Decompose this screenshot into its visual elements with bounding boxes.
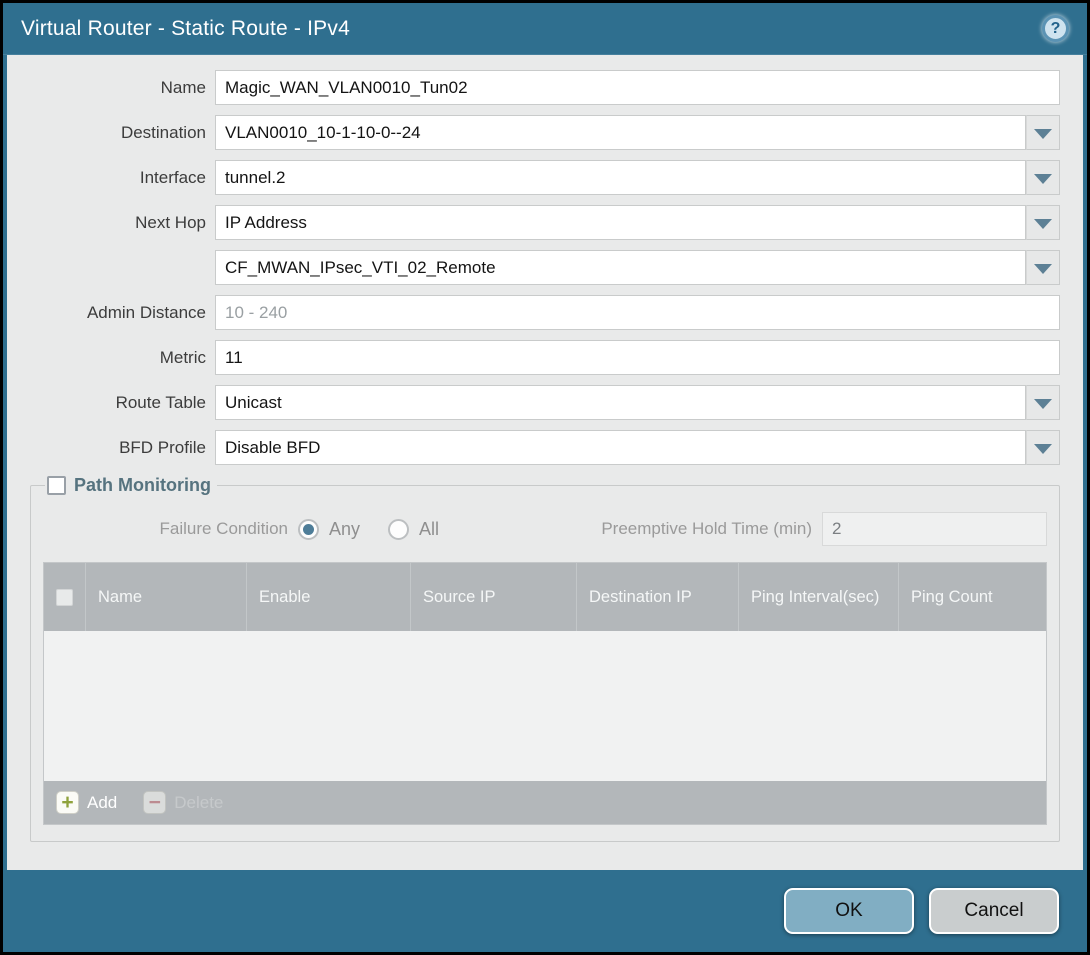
preemptive-hold-time-input[interactable] — [822, 512, 1047, 546]
next-hop-type-dropdown-button[interactable] — [1026, 205, 1060, 240]
column-header-ping-interval[interactable]: Ping Interval(sec) — [739, 563, 899, 631]
select-all-checkbox[interactable] — [56, 589, 73, 606]
chevron-down-icon — [1034, 219, 1052, 229]
chevron-down-icon — [1034, 264, 1052, 274]
chevron-down-icon — [1034, 129, 1052, 139]
bfd-profile-input[interactable] — [215, 430, 1026, 465]
bfd-profile-label: BFD Profile — [30, 438, 215, 458]
path-monitoring-title: Path Monitoring — [74, 475, 211, 496]
dialog-title: Virtual Router - Static Route - IPv4 — [21, 17, 350, 41]
add-plus-icon: + — [56, 791, 79, 814]
admin-distance-label: Admin Distance — [30, 303, 215, 323]
table-header-row: Name Enable Source IP Destination IP Pin… — [44, 563, 1046, 631]
form-row-bfd-profile: BFD Profile — [30, 430, 1060, 465]
radio-any[interactable]: Any — [298, 519, 360, 540]
static-route-dialog: Virtual Router - Static Route - IPv4 ? N… — [3, 3, 1087, 952]
dialog-titlebar: Virtual Router - Static Route - IPv4 ? — [3, 3, 1087, 55]
metric-label: Metric — [30, 348, 215, 368]
interface-dropdown-button[interactable] — [1026, 160, 1060, 195]
add-button[interactable]: + Add — [56, 791, 117, 814]
radio-any-circle — [298, 519, 319, 540]
next-hop-type-input[interactable] — [215, 205, 1026, 240]
next-hop-address-dropdown-button[interactable] — [1026, 250, 1060, 285]
chevron-down-icon — [1034, 399, 1052, 409]
column-header-destination-ip[interactable]: Destination IP — [577, 563, 739, 631]
next-hop-label: Next Hop — [30, 213, 215, 233]
path-monitoring-checkbox[interactable] — [47, 476, 66, 495]
chevron-down-icon — [1034, 444, 1052, 454]
interface-input[interactable] — [215, 160, 1026, 195]
radio-all-circle — [388, 519, 409, 540]
name-label: Name — [30, 78, 215, 98]
column-header-name[interactable]: Name — [86, 563, 247, 631]
destination-input[interactable] — [215, 115, 1026, 150]
route-table-input[interactable] — [215, 385, 1026, 420]
radio-all-label: All — [419, 519, 439, 540]
path-monitoring-table: Name Enable Source IP Destination IP Pin… — [43, 562, 1047, 825]
path-monitoring-section: Path Monitoring Failure Condition Any Al… — [30, 475, 1060, 842]
next-hop-address-input[interactable] — [215, 250, 1026, 285]
route-table-dropdown-button[interactable] — [1026, 385, 1060, 420]
chevron-down-icon — [1034, 174, 1052, 184]
failure-condition-radio-group: Any All — [298, 519, 439, 540]
failure-condition-label: Failure Condition — [43, 519, 298, 539]
failure-condition-row: Failure Condition Any All Preemptive Hol… — [43, 512, 1047, 546]
table-body-empty — [44, 631, 1046, 781]
route-table-label: Route Table — [30, 393, 215, 413]
add-button-label: Add — [87, 793, 117, 813]
column-header-ping-count[interactable]: Ping Count — [899, 563, 1046, 631]
destination-dropdown-button[interactable] — [1026, 115, 1060, 150]
name-input[interactable] — [215, 70, 1060, 105]
form-row-next-hop-address — [30, 250, 1060, 285]
dialog-footer: OK Cancel — [3, 870, 1087, 952]
delete-button[interactable]: − Delete — [143, 791, 223, 814]
destination-label: Destination — [30, 123, 215, 143]
form-row-interface: Interface — [30, 160, 1060, 195]
metric-input[interactable] — [215, 340, 1060, 375]
help-icon[interactable]: ? — [1042, 15, 1069, 42]
delete-button-label: Delete — [174, 793, 223, 813]
table-header-select-all — [44, 563, 86, 631]
admin-distance-input[interactable] — [215, 295, 1060, 330]
radio-all[interactable]: All — [388, 519, 439, 540]
dialog-body: Name Destination Interface Next Hop — [7, 55, 1083, 870]
form-row-destination: Destination — [30, 115, 1060, 150]
delete-minus-icon: − — [143, 791, 166, 814]
form-row-route-table: Route Table — [30, 385, 1060, 420]
form-row-next-hop: Next Hop — [30, 205, 1060, 240]
cancel-button[interactable]: Cancel — [929, 888, 1059, 934]
preemptive-hold-time-group: Preemptive Hold Time (min) — [601, 512, 1047, 546]
radio-selected-dot — [303, 524, 314, 535]
form-row-metric: Metric — [30, 340, 1060, 375]
bfd-profile-dropdown-button[interactable] — [1026, 430, 1060, 465]
form-row-name: Name — [30, 70, 1060, 105]
path-monitoring-legend: Path Monitoring — [45, 475, 217, 496]
form-row-admin-distance: Admin Distance — [30, 295, 1060, 330]
column-header-source-ip[interactable]: Source IP — [411, 563, 577, 631]
table-toolbar: + Add − Delete — [44, 781, 1046, 824]
column-header-enable[interactable]: Enable — [247, 563, 411, 631]
interface-label: Interface — [30, 168, 215, 188]
radio-any-label: Any — [329, 519, 360, 540]
preemptive-hold-time-label: Preemptive Hold Time (min) — [601, 519, 822, 539]
ok-button[interactable]: OK — [784, 888, 914, 934]
